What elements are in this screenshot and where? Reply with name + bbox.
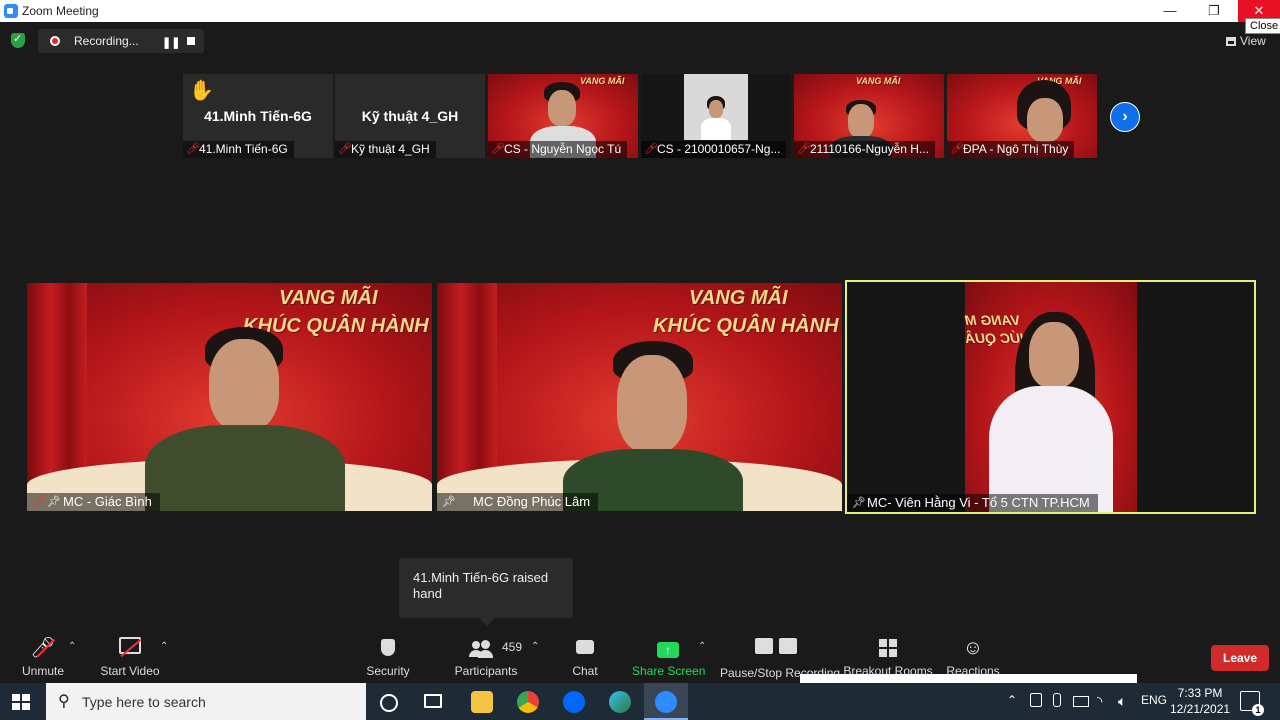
video-tile[interactable]: VANG MÃI KHÚC QUÂN HÀNH MC Đồng Phúc Lâm… <box>437 283 842 511</box>
speaker-video: VANG M KHÚC QUÂ <box>965 282 1137 512</box>
zalo-icon[interactable] <box>563 691 585 713</box>
participant-tile[interactable]: VANG MÃI 21110166-Nguyễn H... 🎤︎ <box>794 74 944 158</box>
muted-mic-icon: 🎤︎ <box>491 143 505 155</box>
search-placeholder: Type here to search <box>82 694 206 710</box>
start-video-label: Start Video <box>100 664 160 678</box>
language-indicator[interactable]: ENG <box>1141 693 1167 707</box>
participant-name: MC- Viên Hằng Vi - Tổ 5 CTN TP.HCM <box>847 494 1098 512</box>
window-title: Zoom Meeting <box>22 4 99 18</box>
participant-big-label: Kỹ thuật 4_GH <box>361 108 459 124</box>
banner-text: VANG MÃI <box>580 76 625 86</box>
muted-mic-icon: 🎤︎ <box>338 143 352 155</box>
participant-tile[interactable]: Kỹ thuật 4_GH Kỹ thuật 4_GH 🎤︎ <box>335 74 485 158</box>
wifi-icon[interactable]: ◝ <box>1097 693 1102 710</box>
participant-tile[interactable]: ✋ 41.Minh Tiến-6G 41.Minh Tiến-6G 🎤︎ <box>183 74 333 158</box>
reactions-icon: ☺ <box>962 637 984 659</box>
microphone-icon[interactable] <box>1053 693 1061 707</box>
pin-icon: 📌︎ <box>852 497 866 509</box>
participant-name: MC Đồng Phúc Lâm <box>437 493 599 511</box>
recording-indicator: Recording... ❚❚ <box>38 29 204 53</box>
show-hidden-icons[interactable]: ⌃ <box>1007 693 1017 707</box>
raised-hand-notification: 41.Minh Tiến-6G raised hand <box>399 558 573 626</box>
windows-taskbar: ⚲ Type here to search ⌃ ◝ 🔈︎ ENG 7:33 PM… <box>0 683 1280 720</box>
pin-icon: 📌︎ <box>47 496 61 508</box>
share-options-caret[interactable]: ⌃ <box>698 641 706 652</box>
participant-name: CS - 2100010657-Ng... <box>641 141 787 158</box>
video-options-caret[interactable]: ⌃ <box>160 641 168 652</box>
security-label: Security <box>366 664 410 678</box>
pause-stop-icon <box>720 636 832 660</box>
participant-tile[interactable]: CS - 2100010657-Ng... 🎤︎ <box>641 74 791 158</box>
view-label: View <box>1240 34 1266 48</box>
banner-text: VANG MÃI <box>856 76 901 86</box>
next-page-button[interactable]: › <box>1110 102 1140 132</box>
participant-big-label: 41.Minh Tiến-6G <box>204 108 312 124</box>
muted-mic-icon: 🎤︎ <box>950 143 964 155</box>
close-tooltip: Close <box>1245 18 1280 34</box>
record-dot-icon <box>50 36 60 46</box>
share-screen-icon: ↑ <box>632 636 704 660</box>
encryption-shield-icon[interactable] <box>11 32 25 48</box>
participant-name: 21110166-Nguyễn H... <box>794 141 935 158</box>
muted-mic-icon: 🎤︎ <box>797 143 811 155</box>
participant-count: 459 <box>502 640 523 654</box>
view-button[interactable]: View <box>1226 34 1266 48</box>
taskbar-search[interactable]: ⚲ Type here to search <box>46 683 366 720</box>
video-off-icon <box>96 636 164 660</box>
grid-view-icon <box>1226 37 1236 46</box>
muted-mic-icon: 🎤︎ <box>644 143 658 155</box>
participant-name: CS - Nguyễn Ngọc Tú <box>488 141 628 158</box>
notifications-icon[interactable]: 1 <box>1240 691 1264 716</box>
zoom-app-icon <box>4 4 18 18</box>
taskbar-clock[interactable]: 7:33 PM 12/21/2021 <box>1170 685 1230 717</box>
notification-count: 1 <box>1252 704 1264 716</box>
participants-options-caret[interactable]: ⌃ <box>531 641 539 652</box>
breakout-rooms-icon <box>842 636 934 663</box>
banner-title: VANG MÃI <box>689 287 788 309</box>
participants-label: Participants <box>454 664 518 678</box>
leave-button[interactable]: Leave <box>1211 645 1269 671</box>
stop-recording-icon[interactable] <box>187 37 195 45</box>
chat-icon <box>566 636 604 660</box>
banner-subtitle: KHÚC QUÂN HÀNH <box>653 315 839 337</box>
pin-icon: 📌︎ <box>442 496 456 508</box>
participant-tile[interactable]: VANG MÃI ĐPA - Ngô Thị Thùy 🎤︎ <box>947 74 1097 158</box>
banner-text: VANG M <box>965 312 1020 328</box>
clock-date: 12/21/2021 <box>1170 702 1231 716</box>
participant-tile[interactable]: VANG MÃI CS - Nguyễn Ngọc Tú 🎤︎ <box>488 74 638 158</box>
muted-mic-icon: 🎤︎ <box>186 143 200 155</box>
window-title-bar: Zoom Meeting — ❐ ✕ <box>0 0 1280 22</box>
recording-label: Recording... <box>74 34 139 48</box>
zoom-taskbar-button[interactable] <box>644 683 688 720</box>
battery-icon[interactable] <box>1073 696 1089 707</box>
minimize-button[interactable]: — <box>1150 0 1190 22</box>
security-shield-icon <box>362 636 414 662</box>
raised-hand-text: 41.Minh Tiến-6G raised hand <box>413 570 549 601</box>
muted-mic-icon: 🎤︎ <box>14 636 72 660</box>
windows-start-icon[interactable] <box>12 694 30 710</box>
cortana-icon[interactable] <box>380 694 398 712</box>
video-tile[interactable]: VANG MÃI KHÚC QUÂN HÀNH MC - Giác Bình 🎤… <box>27 283 432 511</box>
device-icon[interactable] <box>1030 693 1042 707</box>
clock-time: 7:33 PM <box>1177 686 1223 700</box>
participant-name: ĐPA - Ngô Thị Thùy <box>947 141 1075 158</box>
file-explorer-icon[interactable] <box>471 691 493 713</box>
banner-title: VANG MÃI <box>279 287 378 309</box>
task-view-icon[interactable] <box>424 694 442 708</box>
search-icon: ⚲ <box>58 693 70 710</box>
audio-options-caret[interactable]: ⌃ <box>68 641 76 652</box>
muted-mic-icon: 🎤︎ <box>32 496 46 508</box>
active-speaker-tile[interactable]: VANG M KHÚC QUÂ MC- Viên Hằng Vi - Tổ 5 … <box>845 280 1256 514</box>
restore-button[interactable]: ❐ <box>1194 0 1234 22</box>
zoom-icon <box>655 691 677 713</box>
unmute-label: Unmute <box>21 664 65 678</box>
chat-label: Chat <box>572 664 598 678</box>
share-screen-label: Share Screen <box>632 664 706 678</box>
raised-hand-icon: ✋ <box>189 80 214 102</box>
pause-recording-icon[interactable]: ❚❚ <box>162 36 180 49</box>
volume-icon[interactable]: 🔈︎ <box>1118 693 1126 710</box>
chrome-icon[interactable] <box>517 691 539 713</box>
edge-icon[interactable] <box>609 691 631 713</box>
popup-edge <box>800 674 1137 683</box>
